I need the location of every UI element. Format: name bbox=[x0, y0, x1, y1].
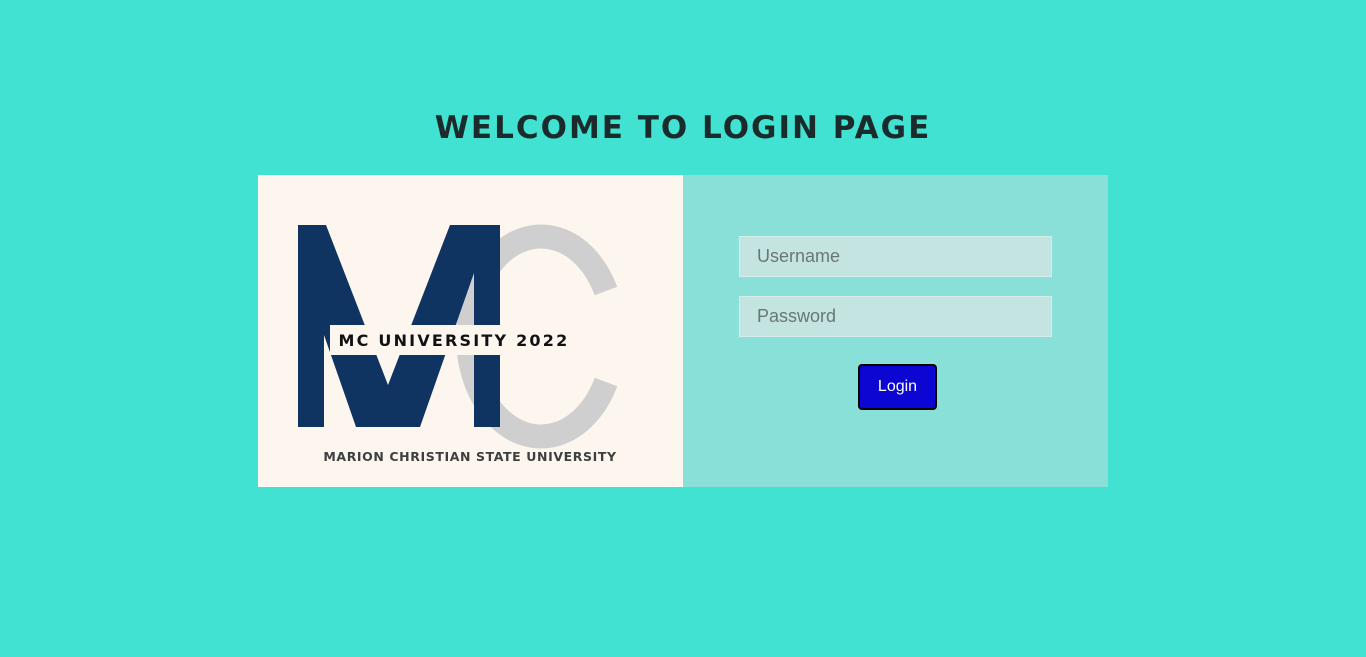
login-form: Login bbox=[683, 175, 1108, 487]
page-title: WELCOME TO LOGIN PAGE bbox=[434, 110, 932, 146]
username-field[interactable] bbox=[739, 236, 1052, 277]
university-logo: MC UNIVERSITY 2022 MARION CHRISTIAN STAT… bbox=[258, 175, 683, 487]
login-button[interactable]: Login bbox=[858, 364, 937, 410]
logo-banner-text: MC UNIVERSITY 2022 bbox=[339, 331, 570, 350]
logo-university-name: MARION CHRISTIAN STATE UNIVERSITY bbox=[323, 449, 617, 464]
login-card: MC UNIVERSITY 2022 MARION CHRISTIAN STAT… bbox=[258, 175, 1108, 487]
password-field[interactable] bbox=[739, 296, 1052, 337]
mc-monogram-logo: MC UNIVERSITY 2022 MARION CHRISTIAN STAT… bbox=[298, 224, 618, 464]
